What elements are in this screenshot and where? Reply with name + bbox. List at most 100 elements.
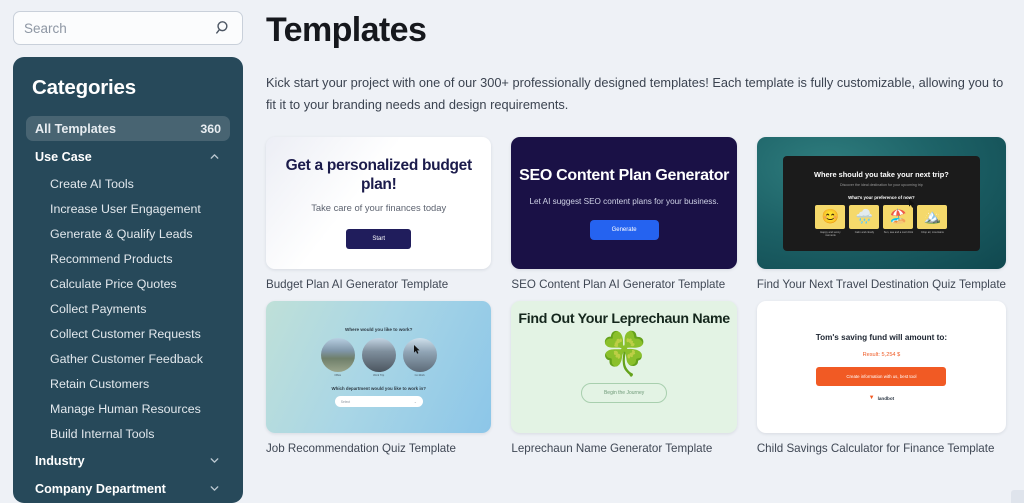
template-preview[interactable]: Get a personalized budget plan! Take car…	[266, 137, 492, 270]
mouse-cursor-icon	[414, 341, 421, 354]
search-input[interactable]	[24, 12, 232, 44]
scroll-corner[interactable]	[1011, 490, 1024, 503]
landbot-mark-icon: ▼	[868, 395, 875, 402]
categories-title: Categories	[32, 76, 136, 99]
template-caption: Find Your Next Travel Destination Quiz T…	[756, 278, 1006, 292]
brand-name: landbot	[877, 395, 895, 401]
work-trip-photo-icon	[361, 338, 396, 373]
template-caption: Budget Plan AI Generator Template	[266, 278, 449, 292]
template-card-job-recommendation[interactable]: Where would you like to work? Office Wor…	[266, 301, 492, 456]
chevron-down-icon[interactable]: ⌄	[414, 400, 417, 404]
template-caption: SEO Content Plan AI Generator Template	[511, 278, 726, 292]
main-content: Templates Kick start your project with o…	[256, 0, 1024, 503]
sidebar-group-use-case[interactable]: Use Case	[26, 144, 230, 169]
preview-start-button[interactable]: Start	[346, 229, 412, 250]
sidebar-item-label: Retain Customers	[50, 377, 150, 391]
template-card-child-savings[interactable]: Tom's saving fund will amount to: Result…	[756, 301, 1006, 456]
search-icon[interactable]	[215, 20, 232, 37]
option-label: Sun, sea and a cool drink	[883, 230, 914, 234]
preview-question: What's your preference of now?	[848, 194, 915, 200]
template-caption: Child Savings Calculator for Finance Tem…	[756, 442, 995, 456]
sidebar-item-recommend-products[interactable]: Recommend Products	[26, 247, 230, 271]
template-card-travel-destination[interactable]: Where should you take your next trip? Di…	[756, 137, 1006, 292]
template-card-seo-content-plan[interactable]: SEO Content Plan Generator Let AI sugges…	[511, 137, 737, 292]
preview-subheading: Take care of your finances today	[311, 202, 447, 214]
search-bar[interactable]	[13, 11, 243, 45]
sidebar-item-label: Manage Human Resources	[50, 402, 201, 416]
preview-option[interactable]: 😊 Happy and sunny moments	[815, 204, 846, 237]
template-preview[interactable]: Where would you like to work? Office Wor…	[266, 301, 492, 434]
template-preview[interactable]: Tom's saving fund will amount to: Result…	[756, 301, 1006, 434]
preview-heading: Where should you take your next trip?	[814, 169, 949, 179]
sidebar-item-gather-customer-feedback[interactable]: Gather Customer Feedback	[26, 347, 230, 371]
option-label: Co-Work	[414, 374, 425, 378]
sidebar-item-label: Gather Customer Feedback	[50, 352, 203, 366]
sidebar-item-label: Calculate Price Quotes	[50, 277, 177, 291]
sidebar-item-label: Collect Payments	[50, 302, 147, 316]
sidebar-item-create-ai-tools[interactable]: Create AI Tools	[26, 172, 230, 196]
templates-grid: Get a personalized budget plan! Take car…	[266, 137, 1006, 455]
preview-option[interactable]: 🏖️ Sun, sea and a cool drink	[883, 204, 914, 237]
preview-option[interactable]: 🏔️ Crisp air, mountains	[917, 204, 948, 237]
preview-heading: Get a personalized budget plan!	[285, 156, 473, 193]
preview-question-2: Which department would you like to work …	[331, 386, 426, 392]
templates-page: Categories All Templates 360 Use Case Cr…	[0, 0, 1024, 503]
sidebar-item-all-templates[interactable]: All Templates 360	[26, 116, 230, 141]
sidebar-group-company-department[interactable]: Company Department	[26, 476, 230, 501]
emoji-mountain-icon: 🏔️	[917, 204, 948, 229]
sidebar-item-build-internal-tools[interactable]: Build Internal Tools	[26, 422, 230, 446]
sidebar-group-label: Company Department	[35, 481, 166, 496]
sidebar-item-increase-user-engagement[interactable]: Increase User Engagement	[26, 197, 230, 221]
template-preview[interactable]: Find Out Your Leprechaun Name 🍀 Begin th…	[511, 301, 737, 434]
option-label: Office	[334, 374, 342, 378]
chevron-down-icon[interactable]	[208, 482, 221, 495]
leprechaun-clover-icon: 🍀	[597, 330, 651, 378]
sidebar-column: Categories All Templates 360 Use Case Cr…	[0, 0, 256, 503]
preview-option[interactable]: Work Trip	[361, 338, 396, 378]
template-preview[interactable]: SEO Content Plan Generator Let AI sugges…	[511, 137, 737, 270]
preview-options: 😊 Happy and sunny moments 🌧️ Calm and cl…	[815, 204, 948, 237]
option-label: Work Trip	[373, 374, 385, 378]
sidebar-group-industry[interactable]: Industry	[26, 448, 230, 473]
chevron-up-icon[interactable]	[208, 150, 221, 163]
preview-question-1: Where would you like to work?	[345, 327, 413, 333]
sidebar-item-collect-payments[interactable]: Collect Payments	[26, 297, 230, 321]
preview-generate-button[interactable]: Generate	[589, 219, 659, 240]
sidebar-item-label: Build Internal Tools	[50, 427, 155, 441]
preview-heading: Find Out Your Leprechaun Name	[518, 311, 730, 328]
template-card-budget-plan[interactable]: Get a personalized budget plan! Take car…	[266, 137, 492, 292]
mouse-cursor-icon	[908, 195, 916, 208]
sidebar-item-label: Collect Customer Requests	[50, 327, 201, 341]
preview-cta-button[interactable]: Create information with us, best tool	[816, 367, 947, 387]
option-label: Crisp air, mountains	[920, 230, 944, 234]
option-label: Happy and sunny moments	[820, 230, 841, 237]
page-description: Kick start your project with one of our …	[266, 74, 1004, 113]
sidebar-group-label: Use Case	[35, 149, 92, 164]
sidebar-item-manage-human-resources[interactable]: Manage Human Resources	[26, 397, 230, 421]
template-caption: Job Recommendation Quiz Template	[266, 442, 456, 456]
brand-logo: ▼ landbot	[869, 395, 895, 401]
sidebar-item-retain-customers[interactable]: Retain Customers	[26, 372, 230, 396]
all-templates-count: 360	[200, 121, 221, 136]
sidebar-group-label: Industry	[35, 453, 85, 468]
template-card-leprechaun-name[interactable]: Find Out Your Leprechaun Name 🍀 Begin th…	[511, 301, 737, 456]
preview-option[interactable]: Office	[320, 338, 355, 378]
preview-option[interactable]: 🌧️ Calm and cloudy	[849, 204, 880, 237]
page-title: Templates	[266, 11, 427, 49]
preview-subheading: Let AI suggest SEO content plans for you…	[529, 196, 719, 206]
template-caption: Leprechaun Name Generator Template	[511, 442, 713, 456]
preview-select[interactable]: Select ⌄	[334, 396, 423, 408]
preview-result: Result: 5,254 $	[862, 352, 901, 359]
sidebar-item-label: Recommend Products	[50, 252, 173, 266]
chevron-down-icon[interactable]	[208, 454, 221, 467]
sidebar-item-label: Increase User Engagement	[50, 202, 201, 216]
preview-subheading: Discover the ideal destination for your …	[840, 182, 923, 187]
sidebar-item-generate-qualify-leads[interactable]: Generate & Qualify Leads	[26, 222, 230, 246]
preview-begin-button[interactable]: Begin the Journey	[580, 383, 668, 404]
sidebar-item-calculate-price-quotes[interactable]: Calculate Price Quotes	[26, 272, 230, 296]
office-photo-icon	[320, 338, 355, 373]
emoji-rain-cloud-icon: 🌧️	[849, 204, 880, 229]
sidebar-item-label: All Templates	[35, 121, 116, 136]
template-preview[interactable]: Where should you take your next trip? Di…	[756, 137, 1006, 270]
sidebar-item-collect-customer-requests[interactable]: Collect Customer Requests	[26, 322, 230, 346]
